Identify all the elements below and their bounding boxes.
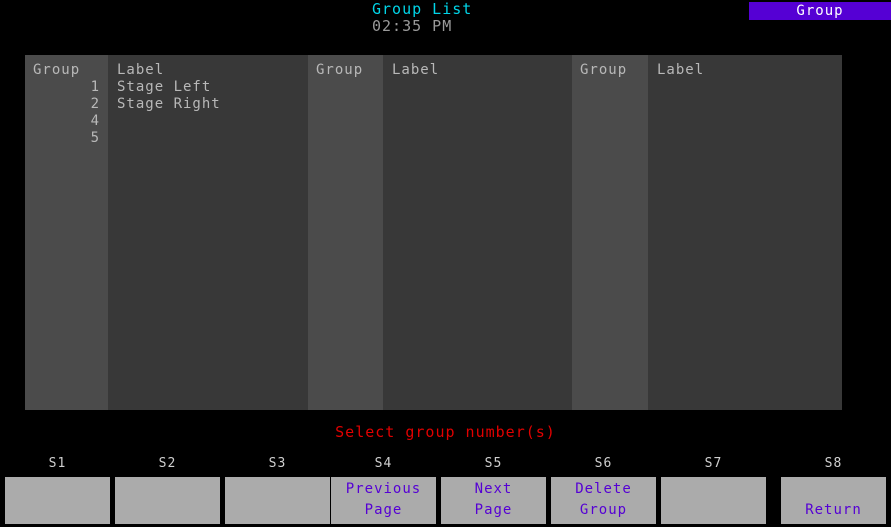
title-block: Group List 02:35 PM: [372, 0, 473, 35]
softkey-id-s2: S2: [158, 456, 177, 471]
mode-badge: Group: [749, 2, 891, 20]
softkey-id-s6: S6: [594, 456, 613, 471]
softkey-button-s1[interactable]: [5, 477, 110, 524]
column-header-label-2: Label: [392, 62, 440, 78]
softkey-button-s7[interactable]: [661, 477, 766, 524]
column-header-group-2: Group: [316, 62, 364, 78]
softkey-label-s4-line1: Previous: [345, 481, 422, 497]
softkey-id-s4: S4: [374, 456, 393, 471]
group-number-column-3[interactable]: Group: [572, 55, 648, 410]
group-label-column-1[interactable]: Label Stage Left Stage Right: [108, 55, 308, 410]
softkey-button-s2[interactable]: [115, 477, 220, 524]
group-label-column-2[interactable]: Label: [383, 55, 572, 410]
next-page-button[interactable]: Next Page: [441, 477, 546, 524]
group-number-cell[interactable]: 5: [91, 130, 100, 147]
softkey-label-s5-line1: Next: [474, 481, 513, 497]
group-number-column-2[interactable]: Group: [308, 55, 383, 410]
softkey-label-s5-line2: Page: [474, 502, 513, 518]
column-set-3: Group Label: [572, 55, 842, 410]
status-prompt: Select group number(s): [335, 423, 556, 441]
group-label-cell[interactable]: Stage Right: [117, 96, 221, 113]
softkey-s2: S2: [115, 456, 220, 527]
softkey-label-s8-line1: Return: [805, 502, 862, 518]
group-number-cell[interactable]: 2: [91, 96, 100, 113]
delete-group-button[interactable]: Delete Group: [551, 477, 656, 524]
column-set-1: Group 1 2 4 5 Label Stage Left Stage Rig…: [25, 55, 308, 410]
group-number-stack-1: 1 2 4 5: [91, 79, 100, 147]
softkey-label-s4-line2: Page: [364, 502, 403, 518]
softkey-id-s3: S3: [268, 456, 287, 471]
clock-readout: 02:35 PM: [372, 17, 453, 35]
softkey-s6-delete-group: S6 Delete Group: [551, 456, 656, 527]
group-label-stack-1: Stage Left Stage Right: [117, 79, 221, 147]
softkey-id-s5: S5: [484, 456, 503, 471]
page-title: Group List: [372, 0, 473, 18]
softkey-label-s6-line1: Delete: [575, 481, 632, 497]
column-set-2: Group Label: [308, 55, 572, 410]
softkey-s7: S7: [661, 456, 766, 527]
group-label-cell[interactable]: [117, 113, 221, 130]
column-header-label-3: Label: [657, 62, 705, 78]
group-number-cell[interactable]: 4: [91, 113, 100, 130]
column-header-label-1: Label: [117, 62, 165, 78]
group-list-panel: Group 1 2 4 5 Label Stage Left Stage Rig…: [25, 55, 842, 410]
softkey-s5-next-page: S5 Next Page: [441, 456, 546, 527]
group-label-column-3[interactable]: Label: [648, 55, 842, 410]
softkey-s3: S3: [225, 456, 330, 527]
header-bar: Group List 02:35 PM Group: [0, 0, 891, 35]
softkey-s1: S1: [5, 456, 110, 527]
softkey-id-s1: S1: [48, 456, 67, 471]
previous-page-button[interactable]: Previous Page: [331, 477, 436, 524]
return-button[interactable]: Return: [781, 477, 886, 524]
column-header-group-1: Group: [33, 62, 81, 78]
group-number-cell[interactable]: 1: [91, 79, 100, 96]
softkey-label-s6-line2: Group: [579, 502, 628, 518]
column-header-group-3: Group: [580, 62, 628, 78]
group-label-cell[interactable]: Stage Left: [117, 79, 221, 96]
group-label-cell[interactable]: [117, 130, 221, 147]
softkey-button-s3[interactable]: [225, 477, 330, 524]
softkey-bar: S1 S2 S3 S4 Previous Page S5 Next Page S…: [0, 456, 891, 527]
softkey-id-s7: S7: [704, 456, 723, 471]
softkey-s8-return: S8 Return: [781, 456, 886, 527]
group-number-column-1[interactable]: Group 1 2 4 5: [25, 55, 108, 410]
softkey-s4-previous-page: S4 Previous Page: [331, 456, 436, 527]
softkey-id-s8: S8: [824, 456, 843, 471]
